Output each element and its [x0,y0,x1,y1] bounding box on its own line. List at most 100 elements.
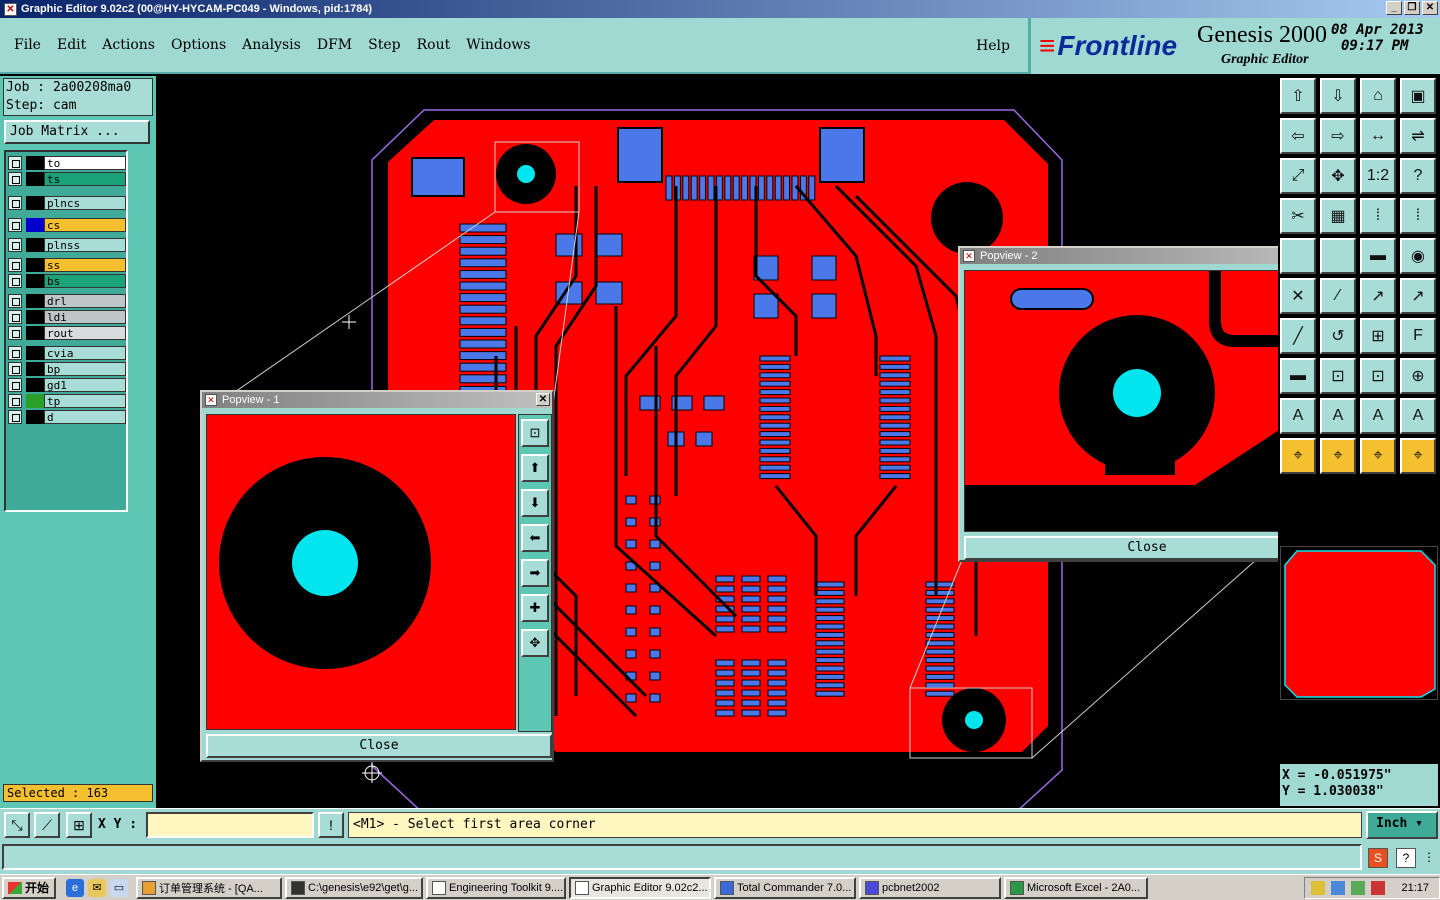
zoom-icon-3[interactable]: ? [1400,158,1436,194]
close-window-button[interactable]: ✕ [1422,1,1438,15]
layer-color-swatch[interactable] [26,294,44,308]
start-button[interactable]: 开始 [2,876,56,899]
view-icon-0[interactable]: ⇦ [1280,118,1316,154]
layer-checkbox[interactable] [8,310,22,324]
edit-icon-1[interactable]: ↺ [1320,318,1356,354]
layer-row-bp[interactable]: bp [8,362,126,376]
popview-1-close-button[interactable]: Close [206,734,552,758]
job-matrix-button[interactable]: Job Matrix ... [4,120,150,144]
layer-row-cvia[interactable]: cvia [8,346,126,360]
pan-right-icon[interactable]: ➡ [521,559,549,587]
draw-icon-3[interactable]: ↗ [1400,278,1436,314]
layer-row-rout[interactable]: rout [8,326,126,340]
text-icon-3[interactable]: A [1400,398,1436,434]
menu-dfm[interactable]: DFM [317,37,352,53]
pointer-icon-2[interactable]: ⌖ [1360,438,1396,474]
layer-name[interactable]: plncs [44,196,126,210]
window-title-bar[interactable]: ✕ Graphic Editor 9.02c2 (00@HY-HYCAM-PC0… [0,0,1440,18]
snap-grid-icon[interactable]: ⊞ [66,812,92,838]
layer-checkbox[interactable] [8,218,22,232]
select-icon-3[interactable]: ⊕ [1400,358,1436,394]
notify-icon[interactable]: S [1368,848,1388,868]
layer-color-swatch[interactable] [26,238,44,252]
popview-1-window[interactable]: ✕ Popview - 1 ✕ ⊡ ⬆ ⬇ ⬅ ➡ ✚ ✥ Close [200,390,554,762]
layer-row-drl[interactable]: drl [8,294,126,308]
taskbar-task[interactable]: Graphic Editor 9.02c2... [569,876,711,899]
menu-analysis[interactable]: Analysis [242,37,301,53]
layer-color-swatch[interactable] [26,196,44,210]
xy-input[interactable] [146,812,314,838]
layer-color-swatch[interactable] [26,410,44,424]
help-icon[interactable]: ? [1396,848,1416,868]
text-icon-2[interactable]: A [1360,398,1396,434]
layer-name[interactable]: plnss [44,238,126,252]
select-icon-0[interactable]: ▬ [1280,358,1316,394]
menu-windows[interactable]: Windows [466,37,530,53]
layer-name[interactable]: gd1 [44,378,126,392]
layer-row-ts[interactable]: ts [8,172,126,186]
layer-name[interactable]: cs [44,218,126,232]
layer-checkbox[interactable] [8,294,22,308]
menu-edit[interactable]: Edit [57,37,86,53]
snap-icon-2[interactable]: ▬ [1360,238,1396,274]
layer-name[interactable]: to [44,156,126,170]
layer-checkbox[interactable] [8,156,22,170]
pointer-icon-0[interactable]: ⌖ [1280,438,1316,474]
tool-icon-3[interactable]: ⁞ [1400,198,1436,234]
pointer-icon-1[interactable]: ⌖ [1320,438,1356,474]
layer-checkbox[interactable] [8,274,22,288]
menu-options[interactable]: Options [171,37,226,53]
layer-color-swatch[interactable] [26,156,44,170]
tool-icon-1[interactable]: ▦ [1320,198,1356,234]
layer-color-swatch[interactable] [26,394,44,408]
layer-name[interactable]: ss [44,258,126,272]
zoom-icon-1[interactable]: ✥ [1320,158,1356,194]
layer-checkbox[interactable] [8,346,22,360]
tray-icon-4[interactable] [1371,881,1385,895]
view-icon-2[interactable]: ↔ [1360,118,1396,154]
taskbar-task[interactable]: Total Commander 7.0... [714,876,856,899]
select-icon-1[interactable]: ⊡ [1320,358,1356,394]
layer-checkbox[interactable] [8,172,22,186]
zoom-in-icon[interactable]: ✚ [521,594,549,622]
minimize-button[interactable]: _ [1386,1,1402,15]
layer-name[interactable]: tp [44,394,126,408]
draw-icon-1[interactable]: ⁄ [1320,278,1356,314]
text-icon-0[interactable]: A [1280,398,1316,434]
layer-checkbox[interactable] [8,410,22,424]
edit-icon-3[interactable]: F [1400,318,1436,354]
layer-row-tp[interactable]: tp [8,394,126,408]
popview-2-close-button[interactable]: Close [964,536,1330,560]
layer-checkbox[interactable] [8,238,22,252]
layer-color-swatch[interactable] [26,362,44,376]
popview-1-zoom-view[interactable] [206,414,516,730]
zoom-out-icon[interactable]: ✥ [521,629,549,657]
layer-color-swatch[interactable] [26,326,44,340]
tray-icon-3[interactable] [1351,881,1365,895]
draw-icon-0[interactable]: ✕ [1280,278,1316,314]
home-icon-2[interactable]: ⌂ [1360,78,1396,114]
taskbar-task[interactable]: 订单管理系统 - [QA... [136,876,282,899]
zoom-icon-2[interactable]: 1:2 [1360,158,1396,194]
units-selector[interactable]: Inch ▾ [1366,811,1438,839]
layer-name[interactable]: rout [44,326,126,340]
layer-color-swatch[interactable] [26,258,44,272]
layer-checkbox[interactable] [8,196,22,210]
menu-actions[interactable]: Actions [102,37,155,53]
select-icon-2[interactable]: ⊡ [1360,358,1396,394]
layer-row-bs[interactable]: bs [8,274,126,288]
layer-row-plncs[interactable]: plncs [8,196,126,210]
view-icon-3[interactable]: ⇌ [1400,118,1436,154]
outlook-icon[interactable]: ✉ [88,878,106,897]
layer-name[interactable]: cvia [44,346,126,360]
zoom-fit-icon[interactable]: ⊡ [521,419,549,447]
network-icon[interactable] [1331,881,1345,895]
restore-button[interactable]: ❐ [1404,1,1420,15]
layer-color-swatch[interactable] [26,378,44,392]
tray-icon-1[interactable] [1311,881,1325,895]
home-icon-1[interactable]: ⇩ [1320,78,1356,114]
layer-checkbox[interactable] [8,378,22,392]
layer-checkbox[interactable] [8,362,22,376]
tool-icon-2[interactable]: ⁞ [1360,198,1396,234]
layer-color-swatch[interactable] [26,172,44,186]
